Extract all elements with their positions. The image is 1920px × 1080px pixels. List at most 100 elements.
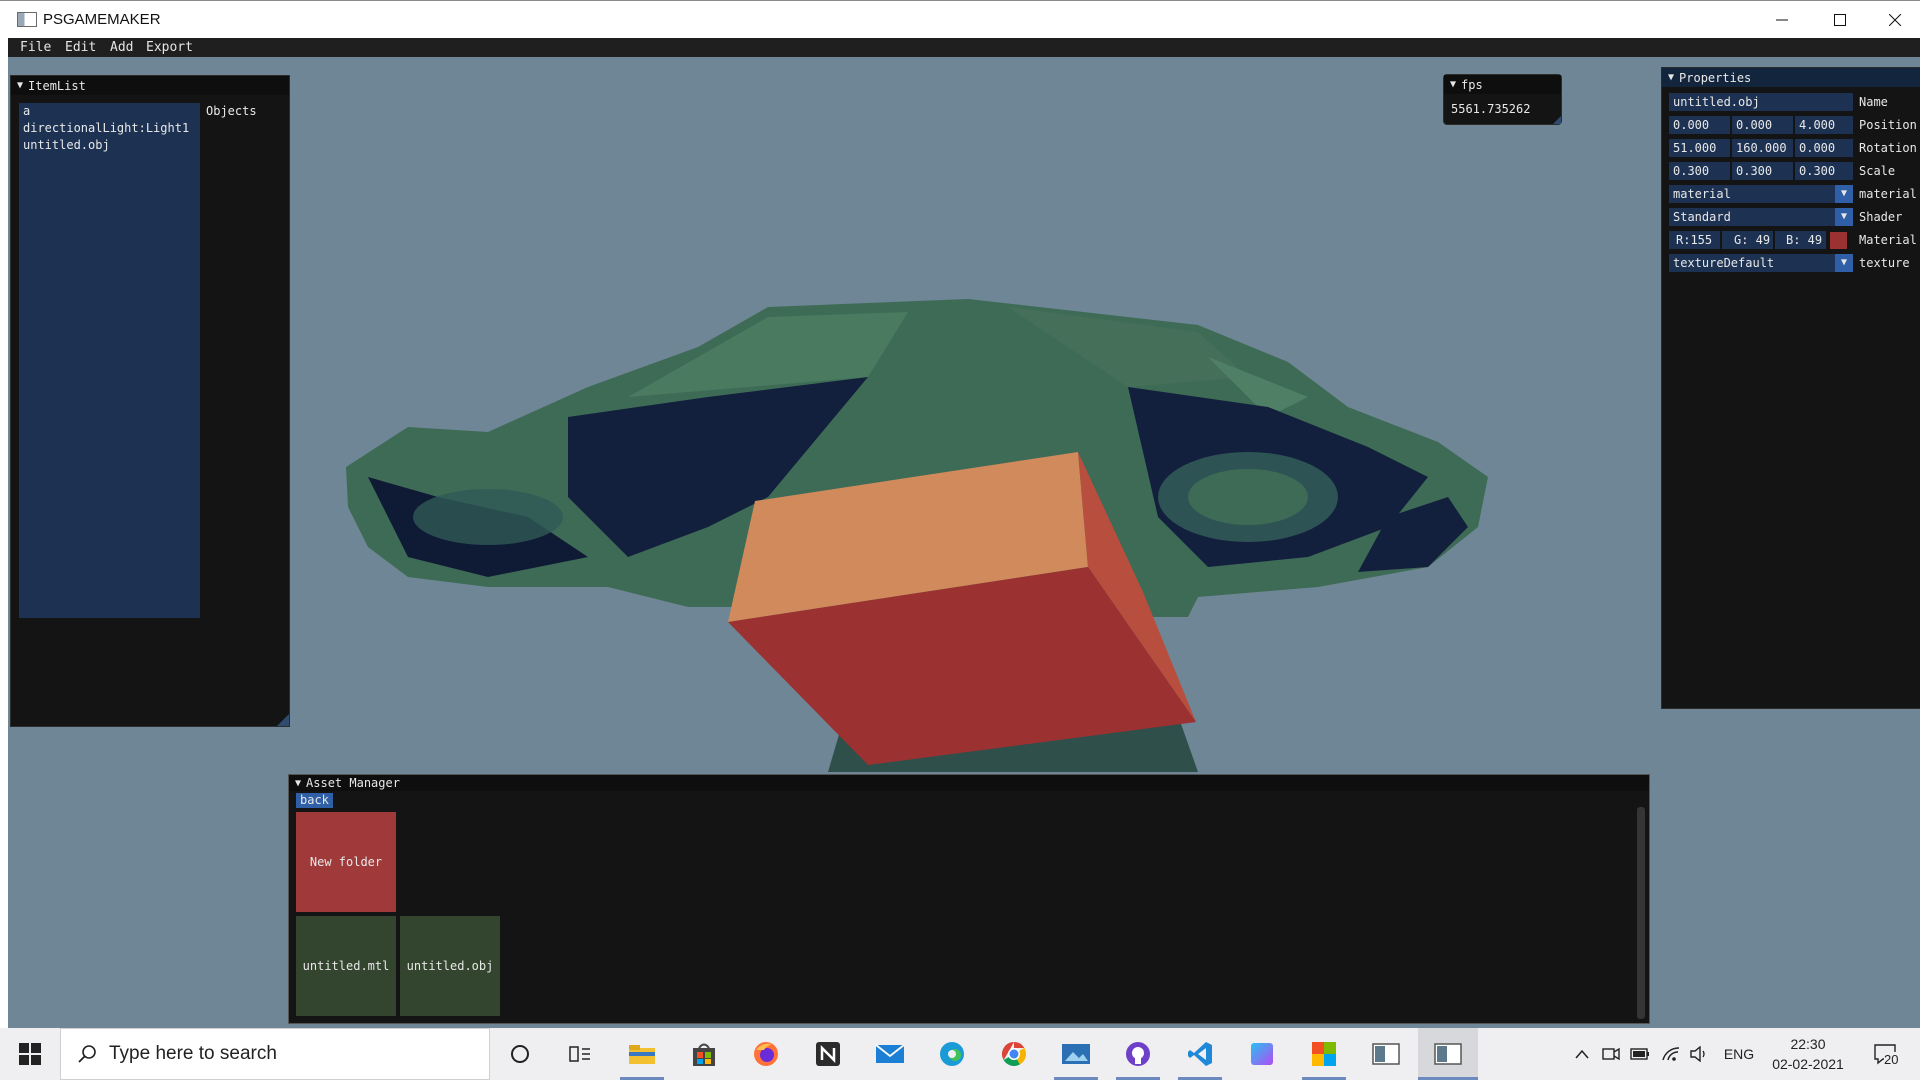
- scale-x-field[interactable]: 0.300: [1669, 162, 1730, 180]
- fps-value: 5561.735262: [1451, 102, 1531, 116]
- taskbar-vscode[interactable]: [1170, 1028, 1230, 1080]
- collapse-triangle-icon[interactable]: ▼: [17, 80, 23, 91]
- firefox-icon: [754, 1042, 778, 1066]
- collapse-triangle-icon[interactable]: ▼: [1668, 72, 1674, 83]
- asset-manager-header[interactable]: ▼ Asset Manager: [289, 775, 1649, 791]
- position-x-field[interactable]: 0.000: [1669, 116, 1730, 134]
- rotation-x-field[interactable]: 51.000: [1669, 139, 1730, 157]
- material-select[interactable]: material ▼: [1669, 185, 1853, 203]
- resize-grip-icon[interactable]: [277, 714, 289, 726]
- asset-manager-title: Asset Manager: [306, 776, 400, 790]
- taskbar-edge[interactable]: [922, 1028, 982, 1080]
- list-item[interactable]: a: [19, 103, 200, 120]
- properties-header[interactable]: ▼ Properties: [1662, 68, 1920, 87]
- taskbar-store[interactable]: [674, 1028, 734, 1080]
- speaker-icon: [1690, 1046, 1705, 1062]
- dropdown-arrow-icon[interactable]: ▼: [1835, 254, 1853, 272]
- chrome-icon: [1001, 1042, 1027, 1067]
- taskbar-app-colors[interactable]: [1294, 1028, 1354, 1080]
- taskbar-psgamemaker[interactable]: [1418, 1028, 1478, 1080]
- menu-add[interactable]: Add: [110, 40, 133, 55]
- scale-z-field[interactable]: 0.300: [1795, 162, 1853, 180]
- taskbar-app-window[interactable]: [1356, 1028, 1416, 1080]
- list-item[interactable]: untitled.obj: [19, 137, 200, 154]
- app-gradient-icon: [1251, 1043, 1273, 1065]
- color-r-field[interactable]: R:155: [1669, 231, 1720, 249]
- itemlist-panel: ▼ ItemList a directionalLight:Light1 unt…: [10, 75, 290, 727]
- app-window-icon: [1434, 1043, 1462, 1065]
- texture-select[interactable]: textureDefault ▼: [1669, 254, 1853, 272]
- scale-y-field[interactable]: 0.300: [1732, 162, 1793, 180]
- tray-wifi[interactable]: [1658, 1028, 1684, 1080]
- shader-select[interactable]: Standard ▼: [1669, 208, 1853, 226]
- taskbar-search-box[interactable]: Type here to search: [60, 1028, 490, 1080]
- show-hidden-icons-button[interactable]: [1568, 1028, 1596, 1080]
- color-g-field[interactable]: G: 49: [1722, 231, 1773, 249]
- start-button[interactable]: [0, 1028, 60, 1080]
- taskbar-mail[interactable]: [860, 1028, 920, 1080]
- taskbar-photos[interactable]: [1046, 1028, 1106, 1080]
- color-swatch[interactable]: [1830, 231, 1847, 249]
- itemlist-listbox[interactable]: a directionalLight:Light1 untitled.obj: [19, 103, 200, 618]
- asset-file-untitled-obj[interactable]: untitled.obj: [400, 916, 500, 1016]
- tray-clock[interactable]: 22:30 02-02-2021: [1766, 1028, 1850, 1080]
- back-button[interactable]: back: [296, 793, 333, 808]
- position-z-field[interactable]: 4.000: [1795, 116, 1853, 134]
- minimize-button[interactable]: [1753, 1, 1811, 39]
- window-left-border: [0, 38, 8, 1028]
- dropdown-arrow-icon[interactable]: ▼: [1835, 208, 1853, 226]
- taskbar-firefox[interactable]: [736, 1028, 796, 1080]
- objects-label: Objects: [206, 104, 257, 118]
- properties-panel: ▼ Properties untitled.obj Name 0.000 0.0…: [1661, 67, 1920, 709]
- asset-folder-new-folder[interactable]: New folder: [296, 812, 396, 912]
- camera-icon: [1602, 1047, 1620, 1061]
- tray-language[interactable]: ENG: [1716, 1028, 1762, 1080]
- windows-logo-icon: [19, 1043, 41, 1065]
- taskbar-chrome[interactable]: [984, 1028, 1044, 1080]
- rotation-y-field[interactable]: 160.000: [1732, 139, 1793, 157]
- rotation-z-field[interactable]: 0.000: [1795, 139, 1853, 157]
- list-item[interactable]: directionalLight:Light1: [19, 120, 200, 137]
- taskbar-notion[interactable]: [798, 1028, 858, 1080]
- search-icon: [78, 1045, 96, 1063]
- task-view-icon: [569, 1046, 590, 1062]
- menu-file[interactable]: File: [20, 40, 51, 55]
- mail-icon: [875, 1044, 905, 1063]
- taskbar-github[interactable]: [1108, 1028, 1168, 1080]
- properties-title: Properties: [1679, 70, 1752, 85]
- tray-volume[interactable]: [1686, 1028, 1712, 1080]
- cortana-button[interactable]: [490, 1028, 550, 1080]
- collapse-triangle-icon[interactable]: ▼: [1450, 79, 1456, 90]
- tray-meet-now[interactable]: [1598, 1028, 1624, 1080]
- app-icon: [17, 12, 37, 27]
- action-center-button[interactable]: 20: [1860, 1028, 1910, 1080]
- minimize-icon: [1776, 19, 1788, 21]
- wifi-icon: [1662, 1047, 1680, 1061]
- color-b-field[interactable]: B: 49: [1775, 231, 1826, 249]
- taskbar-app-gradient[interactable]: [1232, 1028, 1292, 1080]
- name-field[interactable]: untitled.obj: [1669, 93, 1853, 111]
- asset-label: untitled.mtl: [302, 959, 390, 973]
- asset-scrollbar[interactable]: [1637, 807, 1645, 1019]
- app-colors-icon: [1312, 1042, 1336, 1066]
- shader-select-value: Standard: [1673, 210, 1731, 224]
- dropdown-arrow-icon[interactable]: ▼: [1835, 185, 1853, 203]
- close-button[interactable]: [1869, 1, 1920, 39]
- position-label: Position: [1859, 118, 1917, 132]
- material-label: material: [1859, 187, 1917, 201]
- fps-header[interactable]: ▼ fps: [1444, 75, 1561, 94]
- itemlist-header[interactable]: ▼ ItemList: [11, 76, 289, 95]
- menu-edit[interactable]: Edit: [65, 40, 96, 55]
- asset-file-untitled-mtl[interactable]: untitled.mtl: [296, 916, 396, 1016]
- task-view-button[interactable]: [550, 1028, 610, 1080]
- tray-battery[interactable]: [1626, 1028, 1654, 1080]
- maximize-button[interactable]: [1811, 1, 1869, 39]
- menu-export[interactable]: Export: [146, 40, 193, 55]
- position-y-field[interactable]: 0.000: [1732, 116, 1793, 134]
- taskbar-file-explorer[interactable]: [612, 1028, 672, 1080]
- resize-grip-icon[interactable]: [1553, 116, 1561, 124]
- texture-select-value: textureDefault: [1673, 256, 1775, 270]
- maximize-icon: [1834, 14, 1846, 26]
- collapse-triangle-icon[interactable]: ▼: [295, 778, 301, 789]
- edge-icon: [940, 1042, 964, 1066]
